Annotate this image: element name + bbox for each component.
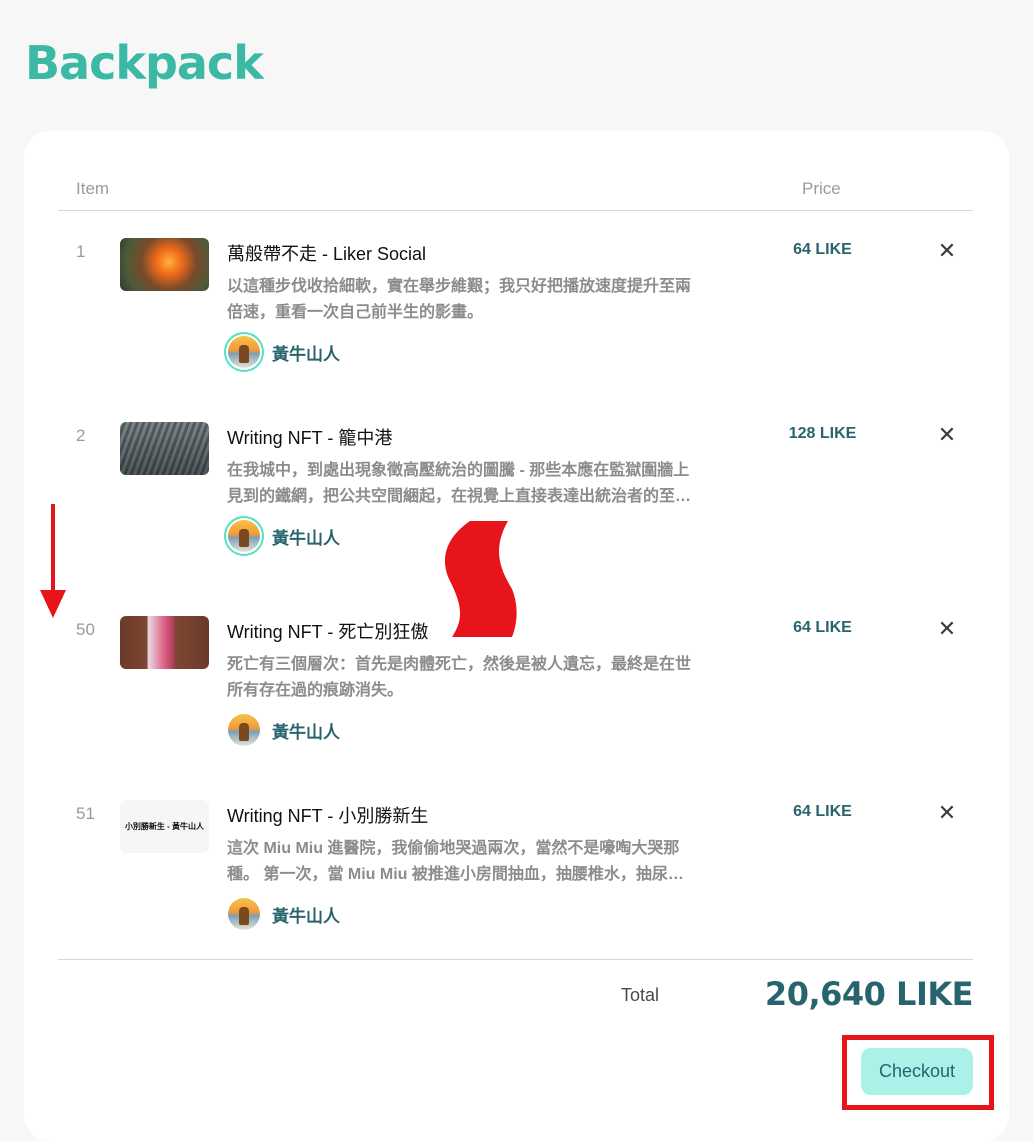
item-price: 64 LIKE	[793, 619, 852, 636]
item-price: 64 LIKE	[793, 803, 852, 820]
item-price: 128 LIKE	[788, 425, 857, 442]
item-description-line: 在我城中，到處出現象徵高壓統治的圖騰 - 那些本應在監獄圍牆上	[227, 462, 690, 479]
thumbnail-caption: 小別勝新生 - 黃牛山人	[124, 822, 205, 831]
avatar[interactable]	[224, 332, 264, 372]
item-author[interactable]: 黃牛山人	[224, 332, 340, 372]
header-item: Item	[76, 179, 110, 198]
item-thumbnail[interactable]: 小別勝新生 - 黃牛山人	[120, 800, 209, 853]
divider	[58, 959, 973, 960]
item-author[interactable]: 黃牛山人	[224, 894, 340, 934]
annotation-squiggle-mark	[444, 521, 517, 637]
total-label: Total	[621, 985, 660, 1005]
close-icon[interactable]: ✕	[936, 618, 958, 640]
author-name[interactable]: 黃牛山人	[272, 524, 340, 549]
list-item: 1 萬般帶不走 - Liker Social 以這種步伐收拾細軟，實在舉步維艱；…	[0, 238, 1033, 388]
item-description-line: 以這種步伐收拾細軟，實在舉步維艱；我只好把播放速度提升至兩	[227, 278, 692, 295]
item-description: 這次 Miu Miu 進醫院，我偷偷地哭過兩次，當然不是嚎啕大哭那 種。 第一次…	[227, 836, 742, 888]
close-icon[interactable]: ✕	[936, 240, 958, 262]
item-title[interactable]: Writing NFT - 死亡別狂傲	[227, 618, 428, 644]
item-description-line: 見到的鐵網，把公共空間綑起，在視覺上直接表達出統治者的至…	[227, 488, 692, 505]
item-index: 51	[76, 804, 95, 823]
item-description-line: 這次 Miu Miu 進醫院，我偷偷地哭過兩次，當然不是嚎啕大哭那	[227, 840, 680, 857]
item-index: 50	[76, 620, 95, 639]
item-description-line: 種。 第一次，當 Miu Miu 被推進小房間抽血，抽腰椎水，抽尿…	[227, 866, 684, 883]
item-price: 64 LIKE	[793, 241, 852, 258]
annotation-down-arrow-icon	[40, 504, 66, 618]
close-icon[interactable]: ✕	[936, 802, 958, 824]
avatar[interactable]	[224, 516, 264, 556]
author-name[interactable]: 黃牛山人	[272, 902, 340, 927]
list-item: 51 小別勝新生 - 黃牛山人 Writing NFT - 小別勝新生 這次 M…	[0, 800, 1033, 950]
item-title[interactable]: 萬般帶不走 - Liker Social	[227, 240, 426, 266]
item-description: 在我城中，到處出現象徵高壓統治的圖騰 - 那些本應在監獄圍牆上 見到的鐵網，把公…	[227, 458, 742, 510]
author-name[interactable]: 黃牛山人	[272, 718, 340, 743]
item-description-line: 死亡有三個層次：首先是肉體死亡，然後是被人遺忘，最終是在世	[227, 656, 692, 673]
item-thumbnail[interactable]	[120, 238, 209, 291]
item-description-line: 所有存在過的痕跡消失。	[227, 682, 404, 699]
item-description: 以這種步伐收拾細軟，實在舉步維艱；我只好把播放速度提升至兩 倍速，重看一次自己前…	[227, 274, 742, 326]
item-thumbnail[interactable]	[120, 422, 209, 475]
item-index: 2	[76, 426, 86, 445]
close-icon[interactable]: ✕	[936, 424, 958, 446]
total-value: 20,640 LIKE	[764, 975, 974, 1013]
avatar[interactable]	[224, 710, 264, 750]
item-title[interactable]: Writing NFT - 小別勝新生	[227, 802, 428, 828]
header-price: Price	[802, 179, 841, 198]
item-title[interactable]: Writing NFT - 籠中港	[227, 424, 392, 450]
annotation-highlight-box	[842, 1035, 994, 1110]
item-description-line: 倍速，重看一次自己前半生的影畫。	[227, 304, 484, 321]
item-thumbnail[interactable]	[120, 616, 209, 669]
item-index: 1	[76, 242, 86, 261]
page-title: Backpack	[25, 36, 264, 90]
item-description: 死亡有三個層次：首先是肉體死亡，然後是被人遺忘，最終是在世 所有存在過的痕跡消失…	[227, 652, 742, 704]
avatar[interactable]	[224, 894, 264, 934]
item-author[interactable]: 黃牛山人	[224, 516, 340, 556]
item-author[interactable]: 黃牛山人	[224, 710, 340, 750]
author-name[interactable]: 黃牛山人	[272, 340, 340, 365]
table-header: Item Price	[58, 170, 973, 211]
